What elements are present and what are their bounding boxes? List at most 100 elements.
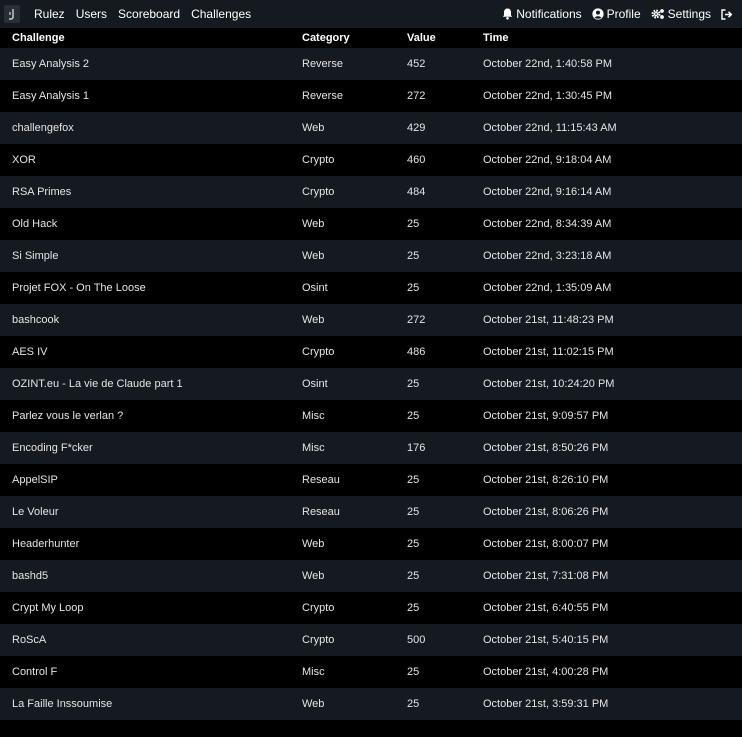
challenge-value: 486 — [407, 346, 426, 358]
challenge-name[interactable]: bashcook — [0, 304, 302, 336]
challenge-name[interactable]: Easy Analysis 1 — [0, 80, 302, 112]
table-row: Easy Analysis 2 Reverse 452 October 22nd, 1… — [0, 48, 742, 80]
header-category: Category — [302, 32, 350, 44]
challenge-name[interactable]: OZINT.eu - La vie de Claude part 1 — [0, 368, 302, 400]
challenge-name[interactable]: Encoding F*cker — [0, 432, 302, 464]
challenge-name[interactable]: Le Voleur — [0, 496, 302, 528]
solve-time: October 21st, 8:26:10 PM — [483, 474, 609, 486]
solve-time: October 22nd, 11:15:43 AM — [483, 122, 617, 134]
challenge-value: 500 — [407, 634, 426, 646]
challenge-category: Misc — [302, 442, 325, 454]
header-time: Time — [483, 32, 509, 44]
challenge-value: 25 — [407, 474, 420, 486]
solve-time: October 21st, 5:40:15 PM — [483, 634, 609, 646]
table-row: bashcook Web 272 October 21st, 11:48:23 PM — [0, 304, 742, 336]
challenge-value: 25 — [407, 250, 420, 262]
nav-profile-label: Profile — [606, 7, 641, 21]
challenge-category: Crypto — [302, 602, 335, 614]
logout-button[interactable] — [721, 8, 736, 20]
challenge-name[interactable]: AppelSIP — [0, 464, 302, 496]
challenge-category: Reseau — [302, 506, 340, 518]
table-row: Parlez vous le verlan ? Misc 25 October 21s… — [0, 400, 742, 432]
nav-notifications[interactable]: Notifications — [502, 7, 582, 21]
solve-time: October 22nd, 1:40:58 PM — [483, 58, 613, 70]
table-row: Control F Misc 25 October 21st, 4:00:28 PM — [0, 656, 742, 688]
table-row: Headerhunter Web 25 October 21st, 8:00:07 P… — [0, 528, 742, 560]
challenge-category: Crypto — [302, 634, 335, 646]
nav-users[interactable]: Users — [76, 7, 107, 21]
solve-time: October 21st, 10:24:20 PM — [483, 378, 615, 390]
table-row: Le Voleur Reseau 25 October 21st, 8:06:26 P… — [0, 496, 742, 528]
challenge-value: 176 — [407, 442, 426, 454]
solve-time: October 21st, 4:00:28 PM — [483, 666, 609, 678]
table-row: Si Simple Web 25 October 22nd, 3:23:18 AM — [0, 240, 742, 272]
table-row: Projet FOX - On The Loose Osint 25 October … — [0, 272, 742, 304]
challenge-name[interactable]: Old Hack — [0, 208, 302, 240]
challenge-name[interactable]: Crypt My Loop — [0, 592, 302, 624]
challenge-name[interactable]: Easy Analysis 2 — [0, 48, 302, 80]
challenge-value: 25 — [407, 602, 420, 614]
challenge-name[interactable]: bashd5 — [0, 560, 302, 592]
table-row: XOR Crypto 460 October 22nd, 9:18:04 AM — [0, 144, 742, 176]
challenge-category: Web — [302, 698, 325, 710]
challenge-category: Crypto — [302, 186, 335, 198]
table-row: Encoding F*cker Misc 176 October 21st, 8:50… — [0, 432, 742, 464]
solve-time: October 21st, 11:02:15 PM — [483, 346, 614, 358]
solve-time: October 22nd, 3:23:18 AM — [483, 250, 612, 262]
challenge-name[interactable]: Control F — [0, 656, 302, 688]
challenge-name[interactable]: Projet FOX - On The Loose — [0, 272, 302, 304]
challenge-name[interactable]: AES IV — [0, 336, 302, 368]
nav-settings-label: Settings — [667, 7, 711, 21]
solve-time: October 22nd, 9:18:04 AM — [483, 154, 612, 166]
nav-scoreboard[interactable]: Scoreboard — [118, 7, 180, 21]
sign-out-icon — [721, 8, 733, 20]
challenge-name[interactable]: Parlez vous le verlan ? — [0, 400, 302, 432]
challenge-value: 25 — [407, 282, 420, 294]
challenge-category: Crypto — [302, 154, 335, 166]
nav-profile[interactable]: Profile — [592, 7, 641, 21]
solve-time: October 22nd, 1:35:09 AM — [483, 282, 612, 294]
challenge-name[interactable]: RoScA — [0, 624, 302, 656]
challenge-name[interactable]: La Faille Inssoumise — [0, 688, 302, 720]
solve-time: October 21st, 8:50:26 PM — [483, 442, 609, 454]
solve-time: October 21st, 3:59:31 PM — [483, 698, 609, 710]
challenge-name[interactable]: Headerhunter — [0, 528, 302, 560]
challenge-value: 25 — [407, 538, 420, 550]
table-row: Crypt My Loop Crypto 25 October 21st, 6:40:… — [0, 592, 742, 624]
solve-time: October 21st, 7:31:08 PM — [483, 570, 609, 582]
solve-time: October 22nd, 1:30:45 PM — [483, 90, 613, 102]
table-row: Easy Analysis 1 Reverse 272 October 22nd, 1… — [0, 80, 742, 112]
challenge-value: 429 — [407, 122, 426, 134]
table-row: La Faille Inssoumise Web 25 October 21st, 3… — [0, 688, 742, 720]
header-value: Value — [407, 32, 436, 44]
nav-right-menu: Notifications Profile Settings — [502, 7, 742, 21]
user-circle-icon — [592, 8, 604, 20]
solves-table-container: Challenge Category Value Time Easy Analy… — [0, 28, 742, 720]
challenge-value: 25 — [407, 410, 420, 422]
challenge-name[interactable]: RSA Primes — [0, 176, 302, 208]
nav-notifications-label: Notifications — [516, 7, 582, 21]
solve-time: October 21st, 6:40:55 PM — [483, 602, 609, 614]
table-row: AES IV Crypto 486 October 21st, 11:02:15 PM — [0, 336, 742, 368]
challenge-name[interactable]: XOR — [0, 144, 302, 176]
nav-settings[interactable]: Settings — [651, 7, 711, 21]
challenge-name[interactable]: Si Simple — [0, 240, 302, 272]
challenge-category: Reverse — [302, 58, 343, 70]
solves-table: Challenge Category Value Time Easy Analy… — [0, 28, 742, 720]
table-body: Easy Analysis 2 Reverse 452 October 22nd, 1… — [0, 48, 742, 720]
challenge-category: Web — [302, 570, 325, 582]
site-logo[interactable] — [4, 5, 20, 23]
challenge-value: 25 — [407, 218, 420, 230]
nav-challenges[interactable]: Challenges — [191, 7, 251, 21]
top-navbar: Rulez Users Scoreboard Challenges Notifi… — [0, 0, 742, 28]
challenge-value: 25 — [407, 666, 420, 678]
table-row: bashd5 Web 25 October 21st, 7:31:08 PM — [0, 560, 742, 592]
challenge-category: Osint — [302, 378, 328, 390]
solve-time: October 21st, 11:48:23 PM — [483, 314, 614, 326]
table-row: RSA Primes Crypto 484 October 22nd, 9:16:14… — [0, 176, 742, 208]
nav-rulez[interactable]: Rulez — [34, 7, 65, 21]
challenge-name[interactable]: challengefox — [0, 112, 302, 144]
challenge-value: 460 — [407, 154, 426, 166]
table-row: challengefox Web 429 October 22nd, 11:15:43… — [0, 112, 742, 144]
challenge-category: Web — [302, 122, 325, 134]
